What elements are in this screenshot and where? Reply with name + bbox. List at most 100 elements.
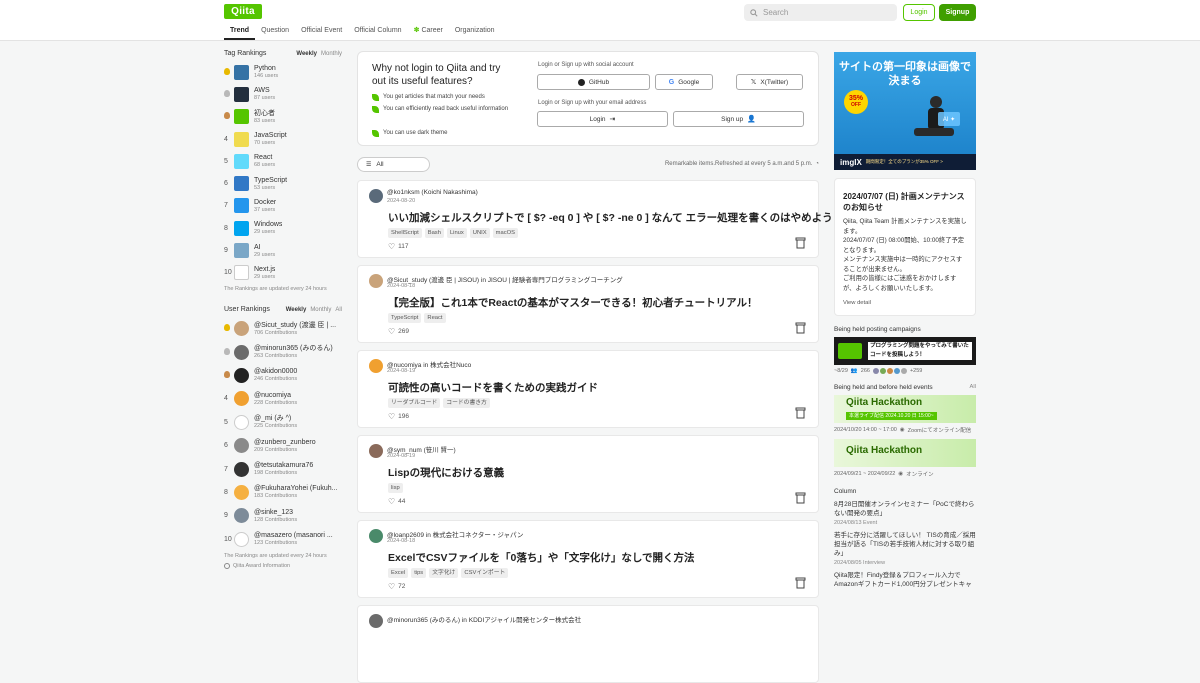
tag-ranking-item[interactable]: 10 Next.js 29 users [224, 262, 342, 284]
article-title[interactable]: ExcelでCSVファイルを「0落ち」や「文字化け」なしで開く方法 [388, 550, 695, 565]
search-input[interactable]: Search [744, 4, 897, 21]
tag-ranking-item[interactable]: Python 146 users [224, 61, 342, 83]
column-item[interactable]: Qiita限定！Findy登録＆プロフィール入力でAmazonギフトカード1,0… [834, 571, 976, 589]
article-title[interactable]: Lispの現代における意義 [388, 465, 504, 480]
stock-icon[interactable] [795, 407, 806, 419]
user-ranking-item[interactable]: @akidon0000 246 Contributions [224, 364, 342, 387]
tag-chip[interactable]: リーダブルコード [388, 398, 441, 408]
article-title[interactable]: 【完全版】これ1本でReactの基本がマスターできる！初心者チュートリアル！ [388, 295, 758, 310]
tag-chip[interactable]: UNIX [469, 228, 490, 238]
avatar[interactable] [369, 529, 383, 543]
tag-chip[interactable]: コードの書き方 [443, 398, 490, 408]
user-ranking-item[interactable]: 9 @sinke_123 128 Contributions [224, 504, 342, 527]
tag-tab-monthly[interactable]: Monthly [321, 51, 342, 57]
avatar[interactable] [369, 614, 383, 628]
event-banner-1[interactable]: Qiita Hackathon 本選ライブ配信 2024.10.20 日 15:… [834, 395, 976, 423]
user-tab-all[interactable]: All [335, 307, 342, 313]
avatar[interactable] [369, 359, 383, 373]
article-title[interactable]: いい加減シェルスクリプトで [ $? -eq 0 ] や [ $? -ne 0 … [388, 210, 843, 225]
nav-career[interactable]: ✽ Career [408, 25, 449, 40]
rank-number: 10 [224, 269, 232, 277]
avatar[interactable] [369, 274, 383, 288]
campaign-meta: ~8/29 👥 266 +259 [834, 368, 976, 374]
user-ranking-item[interactable]: 4 @nucomiya 228 Contributions [224, 387, 342, 410]
qiita-logo[interactable]: Qiita [224, 4, 262, 19]
tag-text: 初心者 83 users [254, 109, 275, 125]
column-item[interactable]: 8月28日開催オンラインセミナー「PoCで終わらない開発の要点」 2024/08/… [834, 500, 976, 526]
article-author[interactable]: @minorun365 (みのるん) in KDDIアジャイル開発センター株式会… [387, 614, 581, 624]
avatar[interactable] [369, 444, 383, 458]
article-card[interactable]: @loanp2609 in 株式会社コネクター・ジャパン 2024-08-18 Ex… [357, 520, 819, 598]
nav-question[interactable]: Question [255, 25, 295, 40]
article-title[interactable]: 可読性の高いコードを書くための実践ガイド [388, 380, 598, 395]
qiita-award-link[interactable]: Qiita Award Information [224, 562, 342, 569]
promo-feature-2-text: You can efficiently read back useful inf… [383, 106, 509, 112]
tag-rankings-header: Tag Rankings Weekly Monthly [224, 50, 342, 57]
tag-chip[interactable]: tips [411, 568, 427, 578]
stock-icon[interactable] [795, 322, 806, 334]
stock-icon[interactable] [795, 577, 806, 589]
tag-chip[interactable]: macOS [492, 228, 518, 238]
github-login-button[interactable]: GitHub [537, 74, 650, 90]
tag-ranking-item[interactable]: 6 TypeScript 53 users [224, 172, 342, 194]
tag-chip[interactable]: React [424, 313, 446, 323]
user-tab-weekly[interactable]: Weekly [286, 307, 307, 313]
campaign-banner[interactable]: プログラミング問題をやってみて書いたコードを投稿しよう！ [834, 337, 976, 365]
signup-button[interactable]: Signup [939, 4, 976, 21]
promo-feature-1: You get articles that match your needs [372, 92, 522, 103]
user-ranking-item[interactable]: 5 @_mi (み ^) 225 Contributions [224, 411, 342, 434]
tag-ranking-item[interactable]: 5 React 68 users [224, 150, 342, 172]
rank-number: 6 [224, 442, 228, 450]
tag-ranking-item[interactable]: 8 Windows 29 users [224, 217, 342, 239]
tag-ranking-item[interactable]: 7 Docker 37 users [224, 195, 342, 217]
tag-chip[interactable]: TypeScript [388, 313, 422, 323]
feed-filter-all[interactable]: ☰ All [357, 157, 430, 172]
tag-chip[interactable]: Excel [388, 568, 409, 578]
nav-organization[interactable]: Organization [449, 25, 501, 40]
stock-icon[interactable] [795, 237, 806, 249]
article-card[interactable]: @Sicut_study (渡邊 臣 | JISOU) in JISOU | 経… [357, 265, 819, 343]
tag-chip[interactable]: CSVインポート [461, 568, 509, 578]
user-ranking-item[interactable]: 10 @masazero (masanori ... 123 Contributio… [224, 527, 342, 550]
user-ranking-item[interactable]: 6 @zunbero_zunbero 209 Contributions [224, 434, 342, 457]
article-author[interactable]: @Sicut_study (渡邊 臣 | JISOU) in JISOU | 経… [387, 274, 623, 284]
tag-chip[interactable]: lisp [388, 483, 403, 493]
tag-chip[interactable]: Linux [446, 228, 467, 238]
google-login-button[interactable]: G Google [655, 74, 713, 90]
email-signup-button[interactable]: Sign up 👤 [673, 111, 804, 127]
events-all-link[interactable]: All [970, 384, 976, 391]
maintenance-view-detail-link[interactable]: View detail [843, 300, 967, 306]
login-button[interactable]: Login [903, 4, 935, 21]
user-ranking-item[interactable]: 7 @tetsutakamura76 198 Contributions [224, 457, 342, 480]
stock-icon[interactable] [795, 492, 806, 504]
tag-ranking-item[interactable]: 9 AI 29 users [224, 239, 342, 261]
article-card[interactable]: @ko1nksm (Koichi Nakashima) 2024-08-20 いい加… [357, 180, 843, 258]
tag-chip[interactable]: ShellScript [388, 228, 422, 238]
article-card[interactable]: @nucomiya in 株式会社Nuco 2024-08-19 可読性の高いコード… [357, 350, 819, 428]
article-card[interactable]: @sym_num (笹川 賢一) 2024-08-19 Lispの現代における意義 l… [357, 435, 819, 513]
nav-official-column[interactable]: Official Column [348, 25, 407, 40]
tag-ranking-item[interactable]: AWS 87 users [224, 83, 342, 105]
tag-chip[interactable]: 文字化け [429, 568, 459, 578]
user-ranking-item[interactable]: @Sicut_study (渡邊 臣 | ... 706 Contribution… [224, 317, 342, 340]
nav-trend[interactable]: Trend [224, 25, 256, 40]
imgix-ad-banner[interactable]: サイトの第一印象は画像で決まる 35% OFF AI ✦ imgIX 期間限定！… [834, 52, 976, 170]
user-ranking-item[interactable]: @minorun365 (みのるん) 263 Contributions [224, 340, 342, 363]
tag-chip[interactable]: Bash [424, 228, 444, 238]
x-login-button[interactable]: 𝕏 X(Twitter) [736, 74, 803, 90]
user-ranking-item[interactable]: 8 @FukuharaYohei (Fukuh... 183 Contributio… [224, 481, 342, 504]
rss-icon[interactable]: ◔ [815, 161, 819, 167]
tag-ranking-item[interactable]: 初心者 83 users [224, 106, 342, 128]
email-login-button[interactable]: Login ⇥ [537, 111, 668, 127]
nav-official-event[interactable]: Official Event [295, 25, 348, 40]
tag-user-count: 146 users [254, 73, 279, 80]
tag-ranking-item[interactable]: 4 JavaScript 70 users [224, 128, 342, 150]
user-tab-monthly[interactable]: Monthly [310, 307, 331, 313]
article-tags: TypeScript React [388, 313, 446, 323]
avatar[interactable] [369, 189, 383, 203]
article-author[interactable]: @ko1nksm (Koichi Nakashima) [387, 189, 478, 196]
column-item[interactable]: 若手に存分に活躍してほしい！ TISの育成／採用担当が語る「TISの若手技術人材… [834, 531, 976, 566]
tag-tab-weekly[interactable]: Weekly [296, 51, 317, 57]
article-card[interactable]: @minorun365 (みのるん) in KDDIアジャイル開発センター株式会… [357, 605, 819, 683]
event-banner-2[interactable]: Qiita Hackathon [834, 439, 976, 467]
